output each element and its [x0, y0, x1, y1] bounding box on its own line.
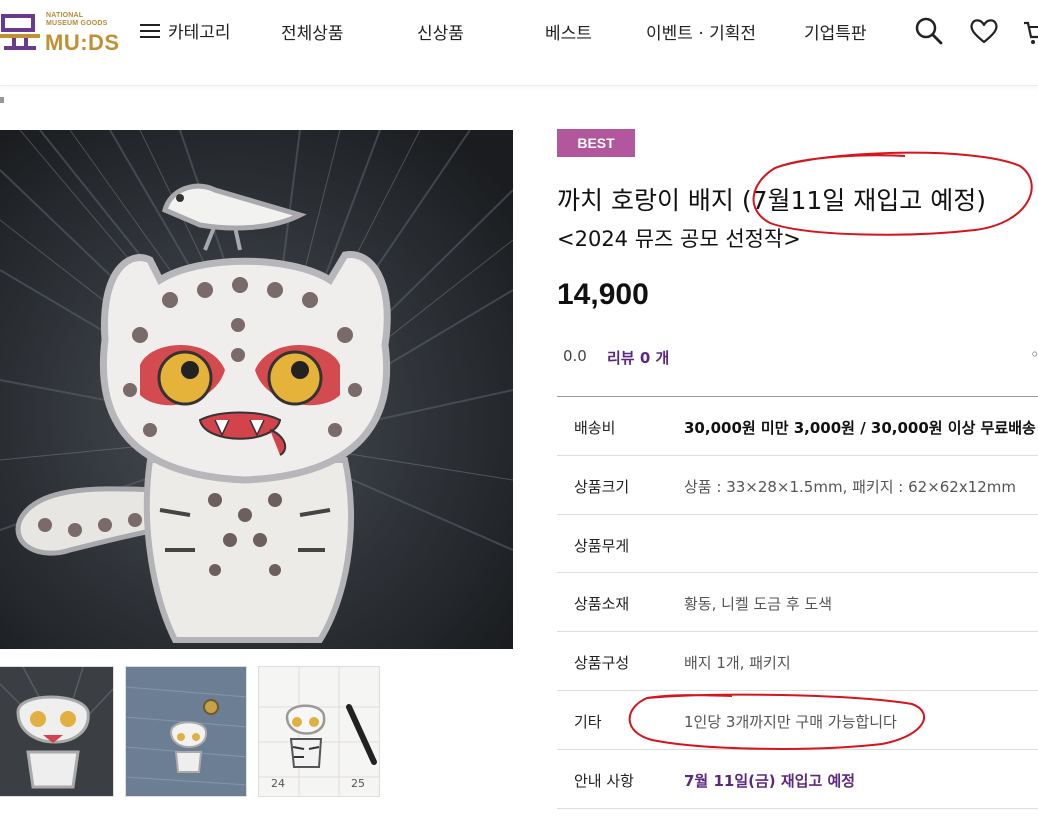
info-row-shipping: 배송비 30,000원 미만 3,000원 / 30,000원 이상 무료배송	[557, 397, 1038, 456]
product-title: 까치 호랑이 배지 (7월11일 재입고 예정)	[557, 186, 986, 215]
nav-all-products[interactable]: 전체상품	[281, 19, 344, 44]
rating-score: 0.0	[563, 347, 587, 365]
info-row-etc: 기타 1인당 3개까지만 구매 가능합니다	[557, 691, 1038, 750]
cart-icon[interactable]	[1022, 15, 1038, 47]
thumbnail-3[interactable]: 24 25	[258, 666, 380, 797]
info-row-weight: 상품무게	[557, 515, 1038, 574]
thumbnail-1-image	[0, 667, 113, 796]
info-label: 배송비	[574, 419, 616, 437]
product-price: 14,900	[557, 278, 649, 311]
info-value: 7월 11일(금) 재입고 예정	[684, 771, 856, 790]
info-label: 상품구성	[574, 654, 630, 673]
nav-corporate[interactable]: 기업특판	[804, 19, 867, 44]
site-logo[interactable]: NATIONAL MUSEUM GOODS MU:DS	[0, 12, 124, 55]
nav-events[interactable]: 이벤트 · 기획전	[646, 19, 756, 44]
info-value: 황동, 니켈 도금 후 도색	[684, 595, 833, 614]
thumbnail-2-image	[126, 667, 246, 796]
heart-icon[interactable]	[968, 15, 1000, 47]
info-value: 30,000원 미만 3,000원 / 30,000원 이상 무료배송	[684, 419, 1036, 437]
logo-text: MU:DS	[45, 30, 120, 55]
info-row-size: 상품크기 상품 : 33×28×1.5mm, 패키지 : 62×62x12mm	[557, 456, 1038, 515]
best-badge: BEST	[557, 129, 635, 157]
tiger-badge-photo	[0, 130, 513, 649]
logo-tagline: NATIONAL MUSEUM GOODS	[46, 12, 108, 27]
review-count-link[interactable]: 리뷰 0 개	[607, 347, 669, 368]
breadcrumb-home-icon[interactable]	[0, 97, 4, 103]
info-label: 안내 사항	[574, 771, 634, 790]
calendar-date: 25	[351, 777, 365, 790]
info-value: 1인당 3개까지만 구매 가능합니다	[684, 712, 897, 731]
thumbnail-2[interactable]	[125, 666, 247, 797]
nav-new-products[interactable]: 신상품	[417, 19, 464, 44]
logo-mark-icon	[0, 14, 40, 50]
calendar-date: 24	[271, 777, 285, 790]
search-icon[interactable]	[913, 15, 945, 47]
category-menu-button[interactable]: 카테고리	[140, 18, 231, 43]
info-label: 상품크기	[574, 477, 630, 496]
hamburger-icon	[140, 23, 160, 39]
info-value: 배지 1개, 패키지	[684, 654, 791, 673]
nav-best[interactable]: 베스트	[545, 19, 592, 44]
share-icon[interactable]: ◦	[1030, 345, 1038, 364]
category-label: 카테고리	[168, 23, 231, 43]
product-subtitle: <2024 뮤즈 공모 선정작>	[557, 227, 801, 251]
thumbnail-1[interactable]	[0, 666, 114, 797]
info-label: 기타	[574, 712, 602, 731]
info-label: 상품무게	[574, 536, 630, 555]
product-main-image[interactable]	[0, 130, 513, 649]
info-row-components: 상품구성 배지 1개, 패키지	[557, 632, 1038, 691]
info-row-notice: 안내 사항 7월 11일(금) 재입고 예정	[557, 750, 1038, 809]
info-value: 상품 : 33×28×1.5mm, 패키지 : 62×62x12mm	[684, 477, 1017, 496]
product-info-table: 배송비 30,000원 미만 3,000원 / 30,000원 이상 무료배송 …	[557, 396, 1038, 809]
info-label: 상품소재	[574, 595, 630, 614]
site-header: NATIONAL MUSEUM GOODS MU:DS 카테고리 전체상품 신상…	[0, 0, 1038, 86]
info-row-material: 상품소재 황동, 니켈 도금 후 도색	[557, 573, 1038, 633]
